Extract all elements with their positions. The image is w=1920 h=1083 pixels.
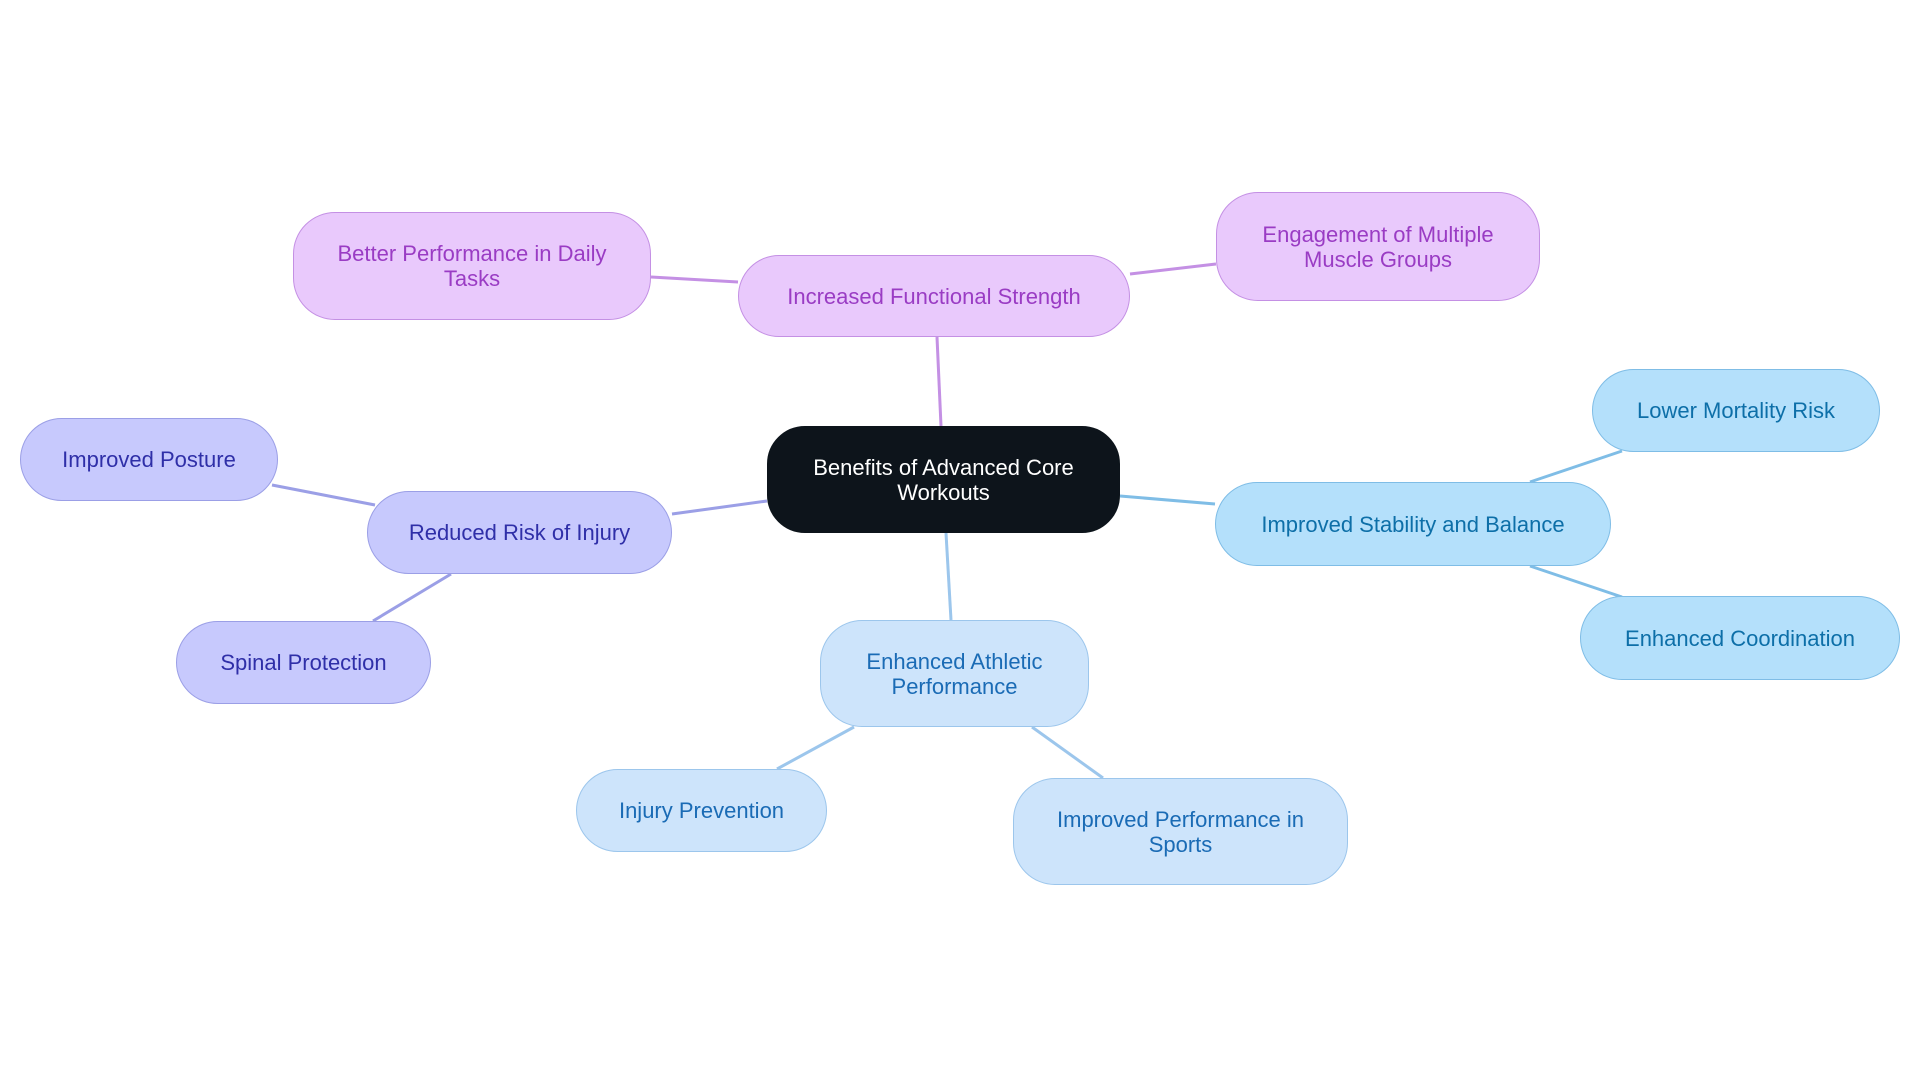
node-increased-functional-strength[interactable]: Increased Functional Strength — [738, 255, 1130, 337]
edge-functional-strength-daily-tasks — [650, 275, 739, 284]
edge-injury-risk-spinal — [372, 572, 452, 623]
node-engagement-multiple-muscle-groups[interactable]: Engagement of Multiple Muscle Groups — [1216, 192, 1540, 301]
node-enhanced-coordination[interactable]: Enhanced Coordination — [1580, 596, 1900, 680]
node-spinal-protection[interactable]: Spinal Protection — [176, 621, 431, 704]
node-better-performance-daily-tasks[interactable]: Better Performance in Daily Tasks — [293, 212, 651, 320]
edge-athletic-sports — [1031, 725, 1104, 780]
node-injury-prevention[interactable]: Injury Prevention — [576, 769, 827, 852]
node-reduced-risk-of-injury[interactable]: Reduced Risk of Injury — [367, 491, 672, 574]
node-enhanced-athletic-performance[interactable]: Enhanced Athletic Performance — [820, 620, 1089, 727]
edge-root-stability — [1119, 494, 1216, 506]
edge-athletic-injury-prevention — [776, 725, 855, 771]
root-node[interactable]: Benefits of Advanced Core Workouts — [767, 426, 1120, 533]
node-improved-stability-balance[interactable]: Improved Stability and Balance — [1215, 482, 1611, 566]
node-lower-mortality-risk[interactable]: Lower Mortality Risk — [1592, 369, 1880, 452]
edges-layer — [271, 262, 1623, 780]
edge-root-injury-risk — [671, 499, 768, 516]
node-improved-performance-sports[interactable]: Improved Performance in Sports — [1013, 778, 1348, 885]
edge-root-athletic — [944, 532, 953, 621]
edge-stability-mortality — [1529, 449, 1623, 484]
edge-stability-coordination — [1529, 564, 1623, 599]
edge-injury-risk-posture — [271, 483, 376, 507]
edge-functional-strength-muscle-groups — [1129, 262, 1217, 276]
edge-root-functional-strength — [935, 336, 943, 427]
node-improved-posture[interactable]: Improved Posture — [20, 418, 278, 501]
